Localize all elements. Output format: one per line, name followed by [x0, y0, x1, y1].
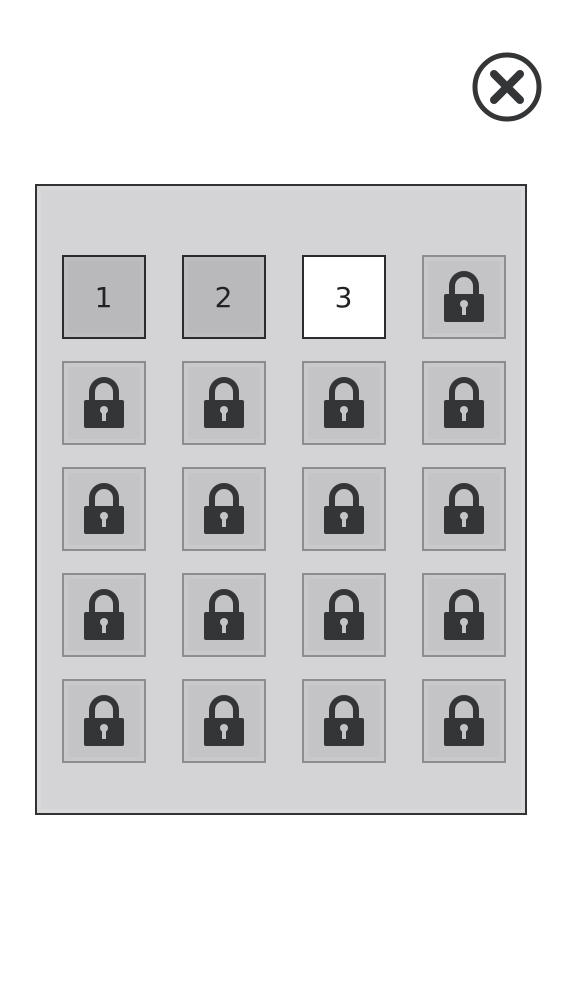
level-tile[interactable]: [182, 361, 266, 445]
level-tile[interactable]: [182, 573, 266, 657]
padlock-icon: [202, 588, 246, 642]
level-tile[interactable]: [302, 467, 386, 551]
level-tile[interactable]: 1: [62, 255, 146, 339]
padlock-icon: [442, 588, 486, 642]
level-tile[interactable]: 3: [302, 255, 386, 339]
level-tile[interactable]: [182, 679, 266, 763]
level-tile[interactable]: [422, 361, 506, 445]
level-select-panel-inner: 1 2 3: [41, 190, 521, 809]
padlock-icon: [82, 482, 126, 536]
level-tile[interactable]: [302, 361, 386, 445]
level-tile[interactable]: [62, 361, 146, 445]
padlock-icon: [82, 376, 126, 430]
padlock-icon: [202, 376, 246, 430]
level-tile[interactable]: [422, 573, 506, 657]
padlock-icon: [442, 270, 486, 324]
level-grid: 1 2 3: [62, 255, 506, 763]
level-number: 1: [94, 280, 114, 314]
padlock-icon: [202, 694, 246, 748]
padlock-icon: [322, 588, 366, 642]
level-tile[interactable]: [62, 573, 146, 657]
padlock-icon: [322, 482, 366, 536]
padlock-icon: [82, 588, 126, 642]
padlock-icon: [82, 694, 126, 748]
level-select-panel: 1 2 3: [35, 184, 527, 815]
padlock-icon: [322, 376, 366, 430]
padlock-icon: [202, 482, 246, 536]
level-tile[interactable]: [182, 467, 266, 551]
padlock-icon: [442, 482, 486, 536]
padlock-icon: [442, 694, 486, 748]
level-tile[interactable]: [62, 679, 146, 763]
level-number: 3: [334, 280, 354, 314]
level-tile[interactable]: [302, 573, 386, 657]
level-tile[interactable]: [422, 467, 506, 551]
level-tile[interactable]: [302, 679, 386, 763]
close-button[interactable]: [471, 51, 543, 123]
close-icon: [472, 52, 542, 122]
level-tile[interactable]: [62, 467, 146, 551]
level-tile[interactable]: [422, 679, 506, 763]
padlock-icon: [322, 694, 366, 748]
level-number: 2: [214, 280, 234, 314]
padlock-icon: [442, 376, 486, 430]
level-tile[interactable]: [422, 255, 506, 339]
level-tile[interactable]: 2: [182, 255, 266, 339]
